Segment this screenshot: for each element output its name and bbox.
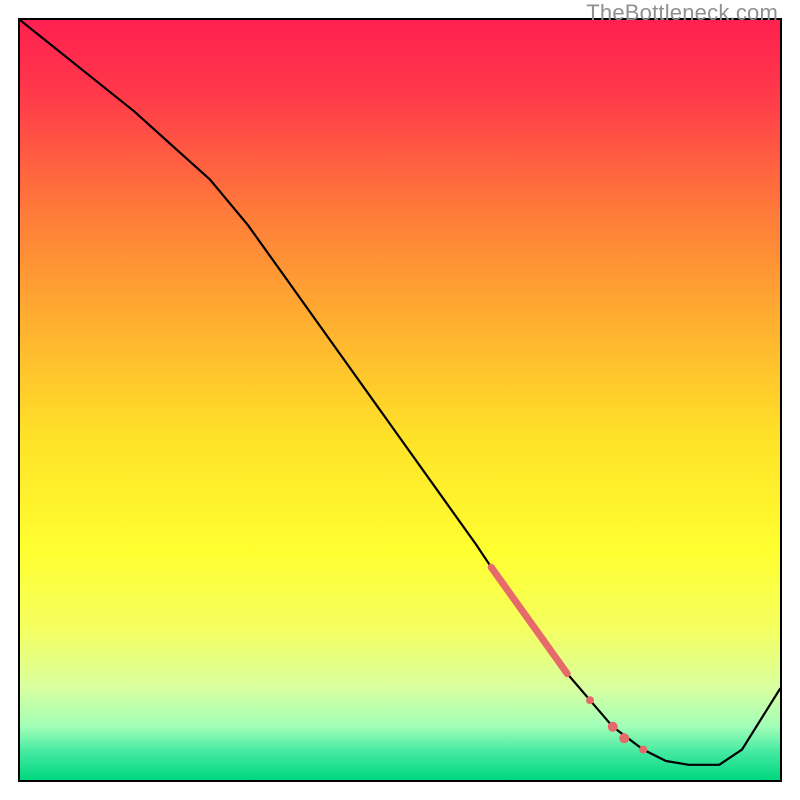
marker-dot bbox=[619, 733, 629, 743]
marker-dot bbox=[608, 722, 618, 732]
series-highlight-segment bbox=[491, 567, 567, 673]
watermark-label: TheBottleneck.com bbox=[586, 0, 778, 26]
marker-dot bbox=[586, 696, 594, 704]
plot-area bbox=[18, 18, 782, 782]
marker-dot bbox=[639, 746, 647, 754]
series-curve bbox=[20, 20, 780, 765]
chart-frame: TheBottleneck.com bbox=[0, 0, 800, 800]
chart-lines bbox=[20, 20, 780, 780]
